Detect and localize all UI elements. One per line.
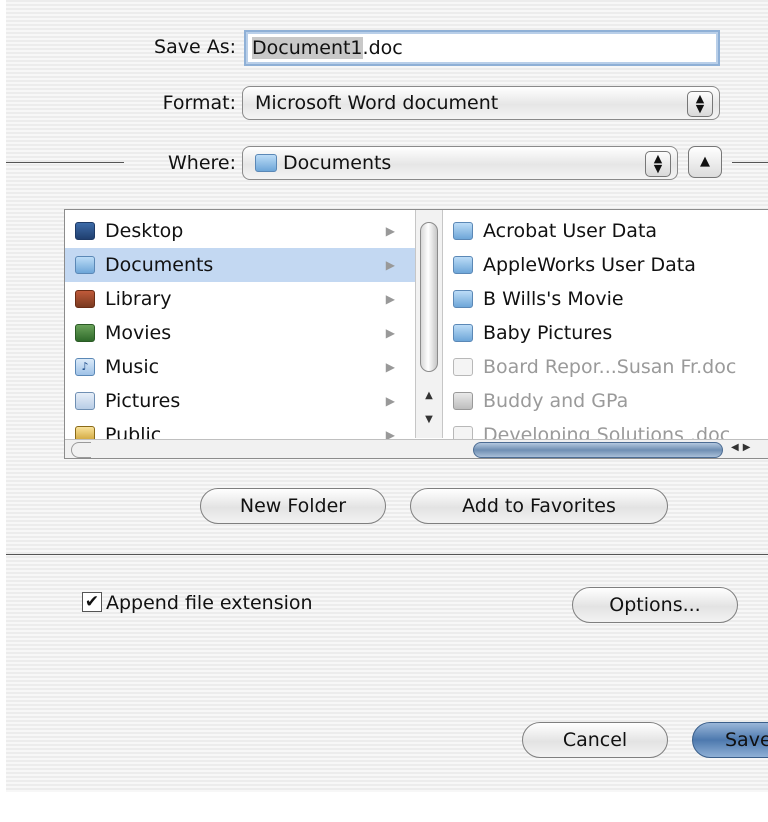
disclosure-arrow-icon: ▶ bbox=[385, 224, 395, 238]
sidebar-item-music[interactable]: ♪ Music ▶ bbox=[65, 350, 415, 384]
music-icon: ♪ bbox=[75, 358, 95, 376]
pictures-icon bbox=[75, 392, 95, 410]
file-item-baby-pictures[interactable]: Baby Pictures ▶ bbox=[443, 316, 768, 350]
sidebar-item-desktop[interactable]: Desktop ▶ bbox=[65, 214, 415, 248]
sidebar-item-label: Library bbox=[105, 288, 172, 310]
horizontal-scrollbar[interactable]: ◀▶ bbox=[65, 439, 768, 458]
file-item-appleworks-user-data[interactable]: AppleWorks User Data ▶ bbox=[443, 248, 768, 282]
file-item-buddy-and-gpa: Buddy and GPa bbox=[443, 384, 768, 418]
where-label: Where: bbox=[167, 152, 236, 174]
file-item-board-report: Board Repor...Susan Fr.doc bbox=[443, 350, 768, 384]
horizontal-scroll-thumb[interactable] bbox=[473, 442, 723, 458]
save-button[interactable]: Save bbox=[692, 722, 768, 758]
disclosure-arrow-icon: ▶ bbox=[385, 394, 395, 408]
popup-arrows-icon: ▲ ▼ bbox=[687, 91, 713, 117]
folder-icon bbox=[453, 222, 473, 240]
file-item-label: AppleWorks User Data bbox=[483, 254, 696, 276]
append-extension-checkbox[interactable]: ✔ bbox=[82, 592, 102, 612]
file-item-b-wills-movie[interactable]: B Wills's Movie ▶ bbox=[443, 282, 768, 316]
scroll-left-right-icon[interactable]: ◀▶ bbox=[731, 442, 754, 453]
image-file-icon bbox=[453, 392, 473, 410]
file-item-acrobat-user-data[interactable]: Acrobat User Data ▶ bbox=[443, 214, 768, 248]
folder-icon bbox=[75, 256, 95, 274]
disclosure-arrow-icon: ▶ bbox=[385, 360, 395, 374]
add-to-favorites-button[interactable]: Add to Favorites bbox=[410, 488, 668, 524]
folder-icon bbox=[255, 154, 277, 172]
divider-right bbox=[732, 162, 768, 163]
checkmark-icon: ✔ bbox=[84, 592, 100, 612]
where-popup[interactable]: Documents ▲ ▼ bbox=[242, 146, 678, 180]
movies-icon bbox=[75, 324, 95, 342]
filename-extension: .doc bbox=[362, 37, 403, 59]
file-browser[interactable]: Desktop ▶ Documents ▶ Library ▶ Movies ▶… bbox=[64, 209, 768, 459]
cancel-button[interactable]: Cancel bbox=[522, 722, 668, 758]
vertical-scrollbar[interactable]: ▲ ▼ bbox=[415, 210, 443, 438]
format-popup[interactable]: Microsoft Word document ▲ ▼ bbox=[242, 86, 720, 120]
save-dialog: Save As: Document1.doc Format: Microsoft… bbox=[6, 0, 768, 792]
sidebar-item-label: Desktop bbox=[105, 220, 184, 242]
where-value: Documents bbox=[283, 152, 392, 174]
sidebar-column: Desktop ▶ Documents ▶ Library ▶ Movies ▶… bbox=[65, 214, 415, 452]
append-extension-label: Append file extension bbox=[106, 592, 313, 614]
sidebar-item-label: Pictures bbox=[105, 390, 181, 412]
library-icon bbox=[75, 290, 95, 308]
format-value: Microsoft Word document bbox=[255, 92, 499, 114]
options-button[interactable]: Options... bbox=[572, 587, 738, 623]
sidebar-item-documents[interactable]: Documents ▶ bbox=[65, 248, 415, 282]
filename-selection: Document1 bbox=[252, 37, 363, 59]
folder-icon bbox=[453, 290, 473, 308]
sidebar-item-library[interactable]: Library ▶ bbox=[65, 282, 415, 316]
folder-icon bbox=[453, 324, 473, 342]
document-icon bbox=[453, 358, 473, 376]
file-item-label: Board Repor...Susan Fr.doc bbox=[483, 356, 737, 378]
sidebar-item-movies[interactable]: Movies ▶ bbox=[65, 316, 415, 350]
sidebar-item-label: Movies bbox=[105, 322, 172, 344]
save-as-label: Save As: bbox=[154, 36, 236, 58]
file-item-label: Buddy and GPa bbox=[483, 390, 629, 412]
new-folder-button[interactable]: New Folder bbox=[200, 488, 386, 524]
collapse-button[interactable]: ▲ bbox=[688, 146, 722, 178]
scroll-track-cap bbox=[71, 442, 91, 458]
files-column: Acrobat User Data ▶ AppleWorks User Data… bbox=[443, 214, 768, 452]
format-label: Format: bbox=[162, 92, 236, 114]
popup-arrows-icon: ▲ ▼ bbox=[645, 151, 671, 177]
scroll-thumb[interactable] bbox=[420, 222, 438, 372]
scroll-up-icon[interactable]: ▲ bbox=[421, 388, 437, 404]
file-item-label: B Wills's Movie bbox=[483, 288, 624, 310]
file-item-label: Acrobat User Data bbox=[483, 220, 658, 242]
file-item-label: Baby Pictures bbox=[483, 322, 613, 344]
save-as-field[interactable]: Document1.doc bbox=[244, 30, 720, 66]
sidebar-item-label: Music bbox=[105, 356, 160, 378]
section-divider bbox=[6, 554, 768, 555]
desktop-icon bbox=[75, 222, 95, 240]
scroll-down-icon[interactable]: ▼ bbox=[421, 412, 437, 428]
sidebar-item-label: Documents bbox=[105, 254, 214, 276]
sidebar-item-pictures[interactable]: Pictures ▶ bbox=[65, 384, 415, 418]
disclosure-arrow-icon: ▶ bbox=[385, 326, 395, 340]
disclosure-arrow-icon: ▶ bbox=[385, 292, 395, 306]
disclosure-arrow-icon: ▶ bbox=[385, 258, 395, 272]
triangle-up-icon: ▲ bbox=[700, 154, 710, 169]
folder-icon bbox=[453, 256, 473, 274]
